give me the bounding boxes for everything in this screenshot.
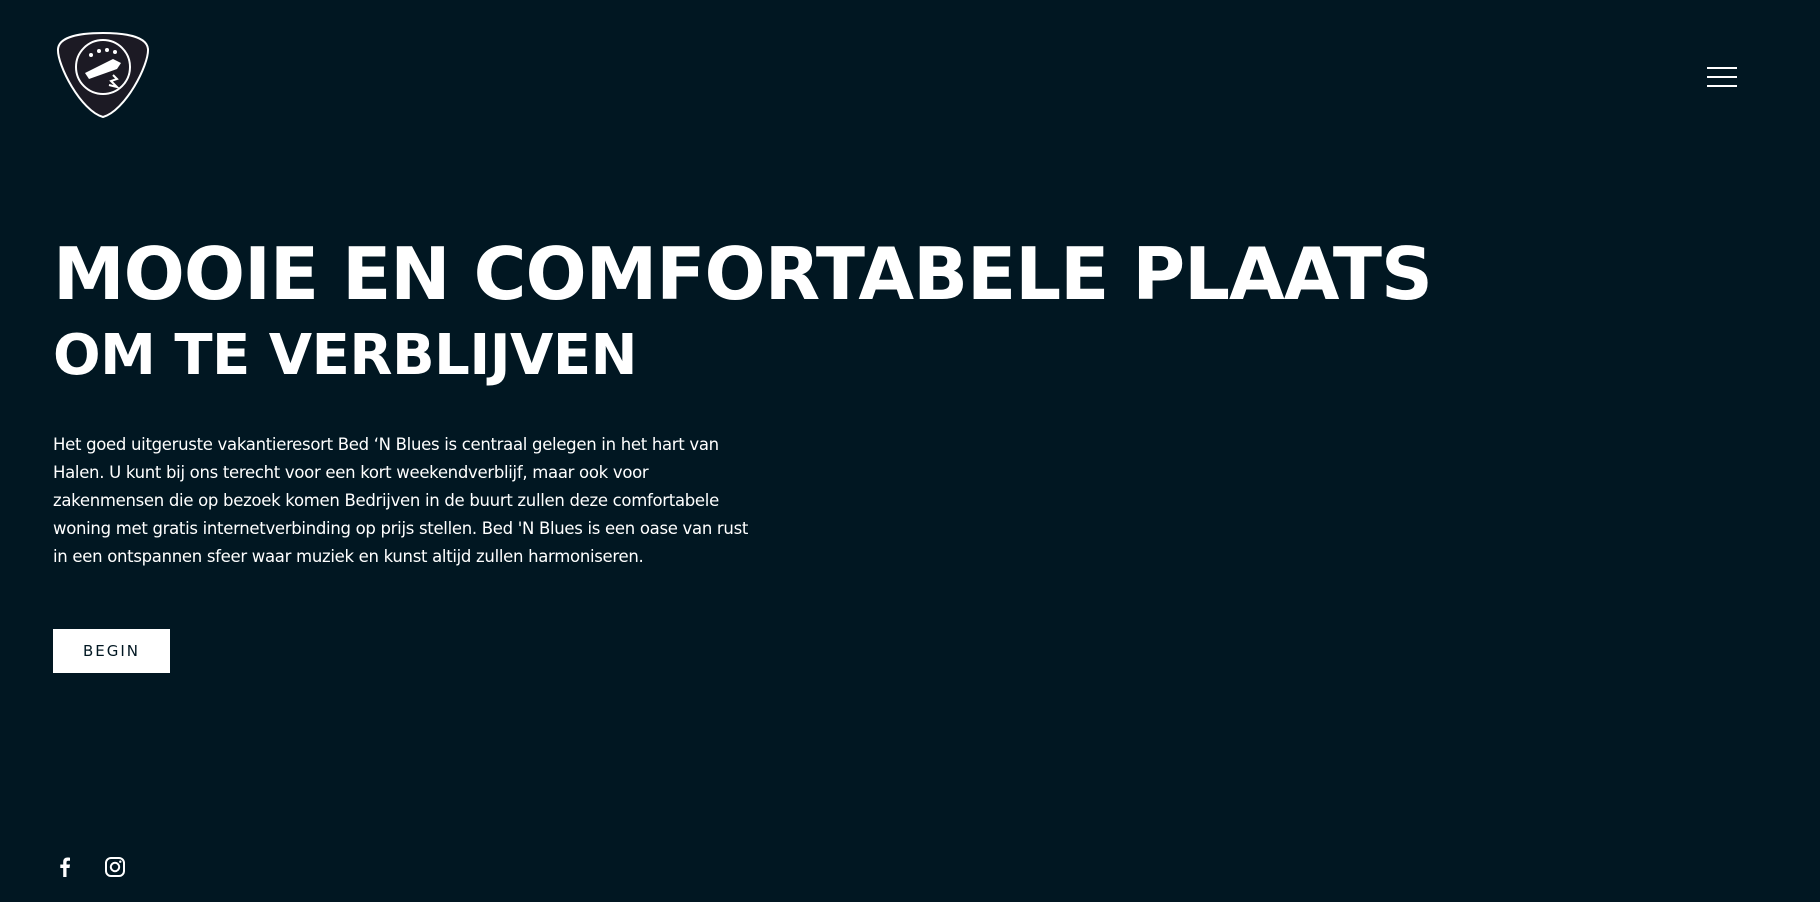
logo[interactable] bbox=[55, 31, 151, 119]
hero-title: MOOIE EN COMFORTABELE PLAATS OM TE VERBL… bbox=[53, 238, 1553, 398]
guitar-pick-logo-icon bbox=[56, 31, 150, 119]
facebook-icon bbox=[60, 857, 70, 877]
facebook-link[interactable] bbox=[53, 855, 77, 879]
hero-title-line-1: MOOIE EN COMFORTABELE PLAATS bbox=[53, 232, 1433, 316]
social-links bbox=[53, 855, 127, 879]
instagram-link[interactable] bbox=[103, 855, 127, 879]
menu-button[interactable] bbox=[1703, 63, 1741, 91]
hero-description: Het goed uitgeruste vakantieresort Bed ‘… bbox=[53, 435, 749, 566]
instagram-icon bbox=[105, 857, 125, 877]
begin-button[interactable]: BEGIN bbox=[53, 629, 170, 673]
hero-section: MOOIE EN COMFORTABELE PLAATS OM TE VERBL… bbox=[53, 238, 1553, 398]
hero-title-line-2: OM TE VERBLIJVEN bbox=[53, 323, 638, 388]
